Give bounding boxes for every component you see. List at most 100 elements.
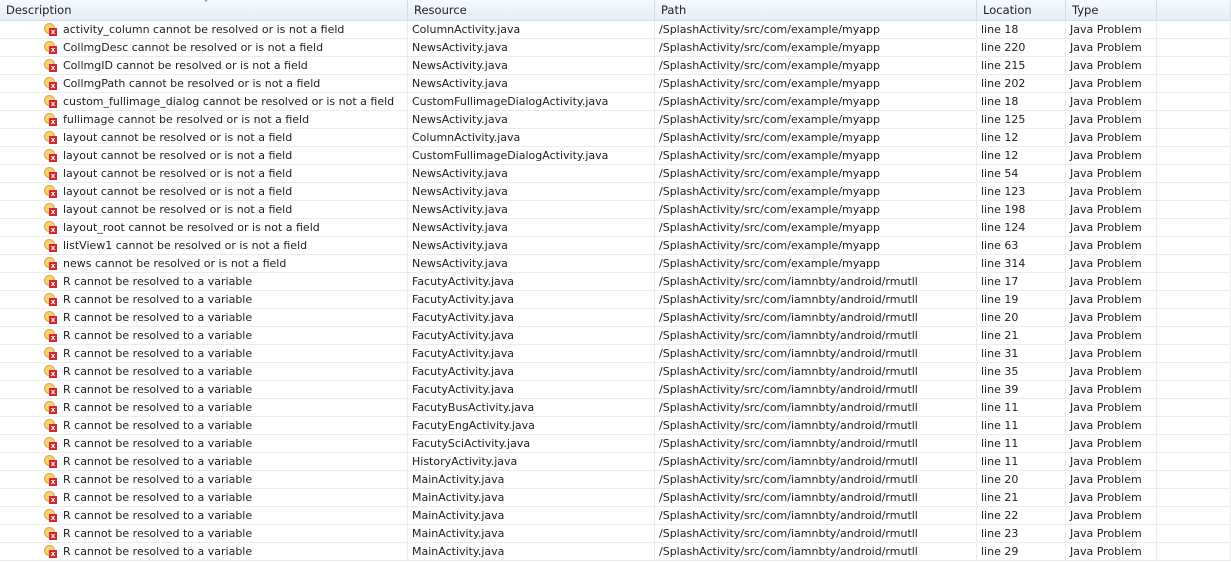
table-row[interactable]: x CollmgDesc cannot be resolved or is not… [0, 39, 1231, 57]
cell-resource: ColumnActivity.java [408, 21, 655, 38]
cell-resource: MainActivity.java [408, 507, 655, 524]
cell-type: Java Problem [1066, 57, 1157, 74]
error-lightbulb-icon: x [44, 203, 57, 216]
cell-location: line 29 [977, 543, 1066, 560]
column-header-resource[interactable]: Resource [408, 0, 655, 20]
cell-empty [1157, 507, 1231, 524]
problems-table: Description Resource Path Location Type … [0, 0, 1231, 561]
cell-description: x custom_fullimage_dialog cannot be resol… [0, 93, 408, 110]
cell-type: Java Problem [1066, 255, 1157, 272]
cell-resource: NewsActivity.java [408, 219, 655, 236]
table-row[interactable]: x R cannot be resolved to a variable Facut… [0, 273, 1231, 291]
table-row[interactable]: x activity_column cannot be resolved or i… [0, 21, 1231, 39]
table-row[interactable]: x R cannot be resolved to a variable Facut… [0, 363, 1231, 381]
cell-type: Java Problem [1066, 39, 1157, 56]
table-row[interactable]: x R cannot be resolved to a variable MainA… [0, 489, 1231, 507]
description-text: R cannot be resolved to a variable [63, 347, 253, 360]
cell-description: x R cannot be resolved to a variable [0, 525, 408, 542]
table-row[interactable]: x layout cannot be resolved or is not a f… [0, 165, 1231, 183]
cell-path: /SplashActivity/src/com/iamnbty/android/… [655, 291, 977, 308]
cell-type: Java Problem [1066, 345, 1157, 362]
cell-resource: MainActivity.java [408, 471, 655, 488]
table-row[interactable]: x layout cannot be resolved or is not a f… [0, 147, 1231, 165]
table-row[interactable]: x R cannot be resolved to a variable Facut… [0, 327, 1231, 345]
cell-empty [1157, 309, 1231, 326]
cell-description: x listView1 cannot be resolved or is not … [0, 237, 408, 254]
cell-location: line 123 [977, 183, 1066, 200]
cell-type: Java Problem [1066, 417, 1157, 434]
table-row[interactable]: x custom_fullimage_dialog cannot be resol… [0, 93, 1231, 111]
cell-location: line 18 [977, 93, 1066, 110]
error-lightbulb-icon: x [44, 95, 57, 108]
description-text: R cannot be resolved to a variable [63, 491, 253, 504]
table-row[interactable]: x layout cannot be resolved or is not a f… [0, 183, 1231, 201]
table-row[interactable]: x R cannot be resolved to a variable Facut… [0, 399, 1231, 417]
cell-location: line 215 [977, 57, 1066, 74]
table-row[interactable]: x R cannot be resolved to a variable Facut… [0, 309, 1231, 327]
cell-location: line 11 [977, 435, 1066, 452]
cell-path: /SplashActivity/src/com/iamnbty/android/… [655, 525, 977, 542]
table-row[interactable]: x R cannot be resolved to a variable Facut… [0, 381, 1231, 399]
cell-empty [1157, 363, 1231, 380]
cell-path: /SplashActivity/src/com/iamnbty/android/… [655, 381, 977, 398]
cell-empty [1157, 291, 1231, 308]
table-row[interactable]: x R cannot be resolved to a variable MainA… [0, 471, 1231, 489]
column-header-type[interactable]: Type [1066, 0, 1157, 20]
cell-resource: MainActivity.java [408, 543, 655, 560]
cell-location: line 220 [977, 39, 1066, 56]
table-row[interactable]: x layout cannot be resolved or is not a f… [0, 201, 1231, 219]
cell-description: x layout cannot be resolved or is not a f… [0, 201, 408, 218]
cell-location: line 11 [977, 453, 1066, 470]
error-lightbulb-icon: x [44, 455, 57, 468]
cell-type: Java Problem [1066, 363, 1157, 380]
table-row[interactable]: x R cannot be resolved to a variable Facut… [0, 291, 1231, 309]
error-lightbulb-icon: x [44, 257, 57, 270]
cell-description: x R cannot be resolved to a variable [0, 345, 408, 362]
table-row[interactable]: x R cannot be resolved to a variable Facut… [0, 345, 1231, 363]
cell-description: x activity_column cannot be resolved or i… [0, 21, 408, 38]
cell-description: x R cannot be resolved to a variable [0, 363, 408, 380]
column-header-description[interactable]: Description [0, 0, 408, 20]
table-row[interactable]: x CollmgPath cannot be resolved or is not… [0, 75, 1231, 93]
table-row[interactable]: x R cannot be resolved to a variable MainA… [0, 507, 1231, 525]
table-row[interactable]: x R cannot be resolved to a variable Facut… [0, 417, 1231, 435]
cell-description: x CollmgID cannot be resolved or is not a… [0, 57, 408, 74]
error-lightbulb-icon: x [44, 437, 57, 450]
column-header-location[interactable]: Location [977, 0, 1066, 20]
cell-description: x news cannot be resolved or is not a fie… [0, 255, 408, 272]
table-row[interactable]: x R cannot be resolved to a variable MainA… [0, 543, 1231, 561]
table-row[interactable]: x layout cannot be resolved or is not a f… [0, 129, 1231, 147]
table-row[interactable]: x CollmgID cannot be resolved or is not a… [0, 57, 1231, 75]
error-lightbulb-icon: x [44, 41, 57, 54]
table-row[interactable]: x layout_root cannot be resolved or is no… [0, 219, 1231, 237]
description-text: R cannot be resolved to a variable [63, 293, 253, 306]
cell-type: Java Problem [1066, 183, 1157, 200]
cell-path: /SplashActivity/src/com/iamnbty/android/… [655, 363, 977, 380]
cell-location: line 20 [977, 471, 1066, 488]
cell-path: /SplashActivity/src/com/example/myapp [655, 39, 977, 56]
table-row[interactable]: x fullimage cannot be resolved or is not … [0, 111, 1231, 129]
table-row[interactable]: x R cannot be resolved to a variable Facut… [0, 435, 1231, 453]
description-text: layout cannot be resolved or is not a fi… [63, 149, 293, 162]
cell-location: line 198 [977, 201, 1066, 218]
cell-type: Java Problem [1066, 327, 1157, 344]
table-row[interactable]: x news cannot be resolved or is not a fie… [0, 255, 1231, 273]
cell-type: Java Problem [1066, 309, 1157, 326]
cell-path: /SplashActivity/src/com/iamnbty/android/… [655, 273, 977, 290]
cell-type: Java Problem [1066, 291, 1157, 308]
cell-description: x fullimage cannot be resolved or is not … [0, 111, 408, 128]
cell-empty [1157, 489, 1231, 506]
cell-path: /SplashActivity/src/com/iamnbty/android/… [655, 453, 977, 470]
cell-location: line 54 [977, 165, 1066, 182]
cell-empty [1157, 57, 1231, 74]
column-header-path[interactable]: Path [655, 0, 977, 20]
cell-type: Java Problem [1066, 507, 1157, 524]
table-row[interactable]: x R cannot be resolved to a variable Histo… [0, 453, 1231, 471]
description-text: fullimage cannot be resolved or is not a… [63, 113, 310, 126]
cell-path: /SplashActivity/src/com/iamnbty/android/… [655, 309, 977, 326]
cell-description: x R cannot be resolved to a variable [0, 417, 408, 434]
table-row[interactable]: x listView1 cannot be resolved or is not … [0, 237, 1231, 255]
cell-location: line 124 [977, 219, 1066, 236]
table-row[interactable]: x R cannot be resolved to a variable MainA… [0, 525, 1231, 543]
cell-empty [1157, 39, 1231, 56]
